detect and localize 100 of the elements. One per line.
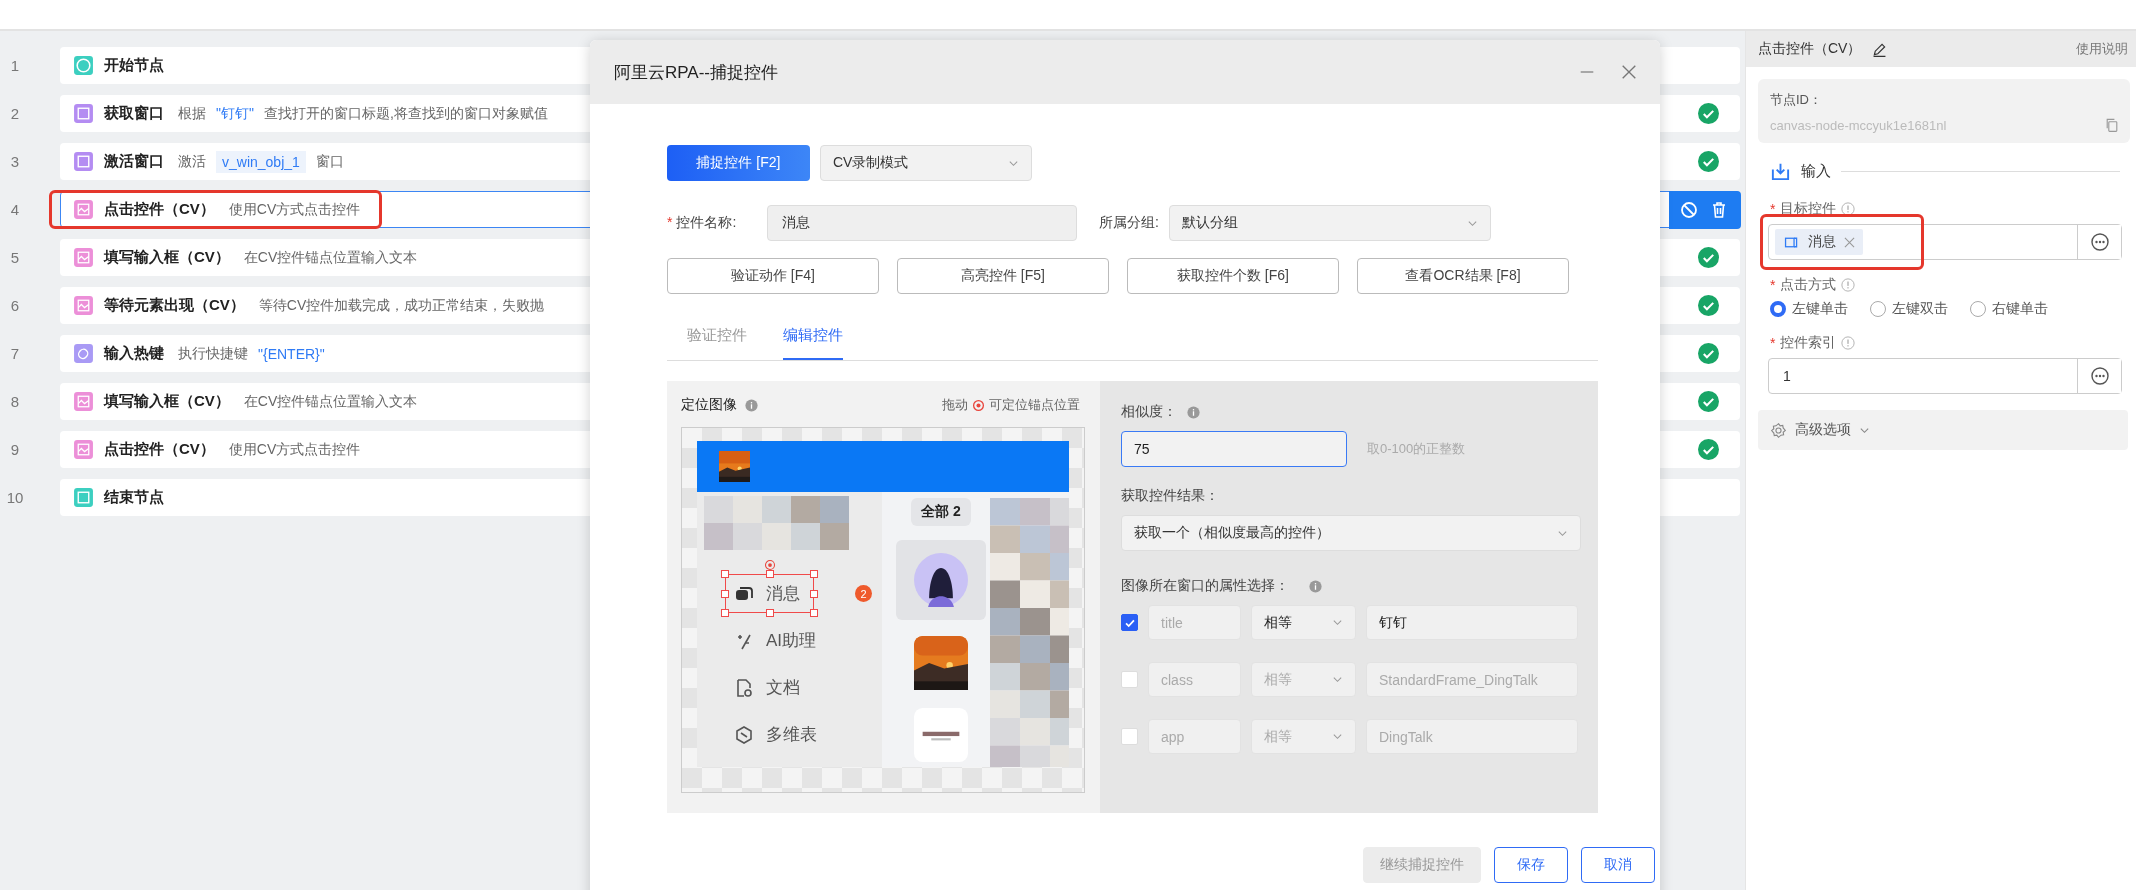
close-icon[interactable]	[1620, 63, 1638, 81]
action-button[interactable]: 高亮控件 [F5]	[897, 258, 1109, 294]
line-number: 10	[5, 489, 25, 506]
footer-button[interactable]: 取消	[1581, 847, 1655, 883]
step-description: "{ENTER}"	[258, 345, 325, 362]
field-label: 控件名称:	[676, 214, 737, 232]
resize-handle[interactable]	[721, 609, 729, 617]
step-description: 使用CV方式点击控件	[228, 440, 361, 459]
step-icon	[73, 343, 94, 364]
step-description: 在CV控件锚点位置输入文本	[243, 248, 418, 267]
more-button[interactable]	[2077, 359, 2121, 393]
info-icon	[1187, 405, 1200, 419]
line-number: 6	[9, 297, 21, 314]
line-number: 7	[9, 345, 21, 362]
nav-label: 多维表	[766, 724, 817, 746]
nav-icon	[734, 724, 754, 745]
line-number: 9	[9, 441, 21, 458]
chevron-icon	[1332, 674, 1343, 685]
attribute-value-field[interactable]: 钉钉	[1366, 605, 1578, 640]
step-icon	[73, 247, 94, 268]
nav-label: 消息	[766, 583, 800, 605]
step-title: 点击控件（CV）	[104, 440, 215, 459]
step-description: 窗口	[315, 152, 344, 171]
more-button[interactable]	[2077, 225, 2121, 259]
mode-select[interactable]: CV录制模式	[820, 145, 1032, 181]
filter-chip: 全部 2	[911, 498, 971, 526]
operator-select[interactable]: 相等	[1251, 605, 1356, 640]
advanced-options[interactable]: 高级选项	[1758, 410, 2128, 450]
required-mark: *	[1770, 201, 1776, 217]
result-select[interactable]: 获取一个（相似度最高的控件）	[1121, 515, 1581, 551]
section-title: 输入	[1801, 162, 1831, 181]
resize-handle[interactable]	[810, 609, 818, 617]
target-field[interactable]: 消息	[1768, 224, 2122, 260]
gear-icon	[1770, 421, 1787, 439]
action-button[interactable]: 查看OCR结果 [F8]	[1357, 258, 1569, 294]
more-icon	[2089, 366, 2110, 386]
chevron-icon	[1332, 731, 1343, 742]
resize-handle[interactable]	[765, 570, 774, 578]
step-title: 填写输入框（CV）	[104, 392, 230, 411]
radio-label[interactable]: 右键单击	[1992, 300, 2048, 318]
step-description: v_win_obj_1	[216, 150, 306, 173]
copy-icon[interactable]	[2104, 117, 2120, 133]
step-title: 填写输入框（CV）	[104, 248, 230, 267]
download-icon	[1770, 161, 1791, 182]
line-number: 2	[9, 105, 21, 122]
field-label: 图像所在窗口的属性选择：	[1121, 577, 1289, 595]
disable-icon[interactable]	[1678, 199, 1699, 220]
panel-label: 定位图像	[681, 396, 737, 414]
step-description: 在CV控件锚点位置输入文本	[243, 392, 418, 411]
avatar	[914, 553, 968, 607]
radio-button[interactable]	[1770, 301, 1786, 317]
line-number: 5	[9, 249, 21, 266]
footer-button[interactable]: 保存	[1494, 847, 1568, 883]
count-badge: 2	[855, 585, 872, 602]
dialog-title: 阿里云RPA--捕捉控件	[614, 61, 778, 84]
radio-label[interactable]: 左键单击	[1792, 300, 1848, 318]
step-icon	[73, 439, 94, 460]
action-button[interactable]: 验证动作 [F4]	[667, 258, 879, 294]
step-icon	[73, 295, 94, 316]
step-title: 激活窗口	[104, 152, 164, 171]
resize-handle[interactable]	[810, 589, 818, 598]
name-field[interactable]: 消息	[767, 205, 1077, 241]
line-number: 3	[9, 153, 21, 170]
help-link[interactable]: 使用说明	[2076, 40, 2128, 58]
nav-label: 文档	[766, 677, 800, 699]
chevron-icon	[1332, 617, 1343, 628]
radio-button[interactable]	[1870, 301, 1886, 317]
field-value: 1	[1782, 368, 1791, 384]
info-icon	[1309, 579, 1322, 593]
step-description: "钉钉"	[216, 104, 254, 123]
line-number: 8	[9, 393, 21, 410]
radio-label[interactable]: 左键双击	[1892, 300, 1948, 318]
target-icon[interactable]	[763, 559, 776, 571]
tab[interactable]: 编辑控件	[783, 312, 843, 360]
step-description: 根据	[178, 104, 206, 123]
remove-icon[interactable]	[1844, 236, 1855, 248]
required-mark: *	[667, 214, 673, 232]
field-label: 点击方式	[1780, 276, 1837, 294]
radio-button[interactable]	[1970, 301, 1986, 317]
group-select[interactable]: 默认分组	[1168, 205, 1491, 241]
resize-handle[interactable]	[721, 570, 729, 578]
field-label: 相似度：	[1121, 403, 1177, 421]
field-label: 节点ID：	[1770, 91, 1823, 109]
info-icon	[745, 398, 758, 412]
required-mark: *	[1770, 277, 1776, 293]
step-title: 点击控件（CV）	[104, 200, 215, 219]
line-number: 1	[9, 57, 21, 74]
hint-text: 可定位锚点位置	[989, 396, 1081, 414]
checkbox[interactable]	[1121, 614, 1138, 631]
similarity-field[interactable]: 75	[1121, 431, 1347, 467]
panel-title: 点击控件（CV）	[1758, 40, 1862, 58]
target-icon	[972, 398, 985, 412]
resize-handle[interactable]	[721, 589, 729, 598]
resize-handle[interactable]	[810, 570, 818, 578]
action-button[interactable]: 获取控件个数 [F6]	[1127, 258, 1339, 294]
index-field[interactable]: 1	[1768, 358, 2122, 394]
step-title: 结束节点	[104, 488, 164, 507]
capture-button[interactable]: 捕捉控件 [F2]	[667, 145, 810, 181]
more-icon	[2089, 232, 2110, 252]
resize-handle[interactable]	[765, 609, 774, 617]
